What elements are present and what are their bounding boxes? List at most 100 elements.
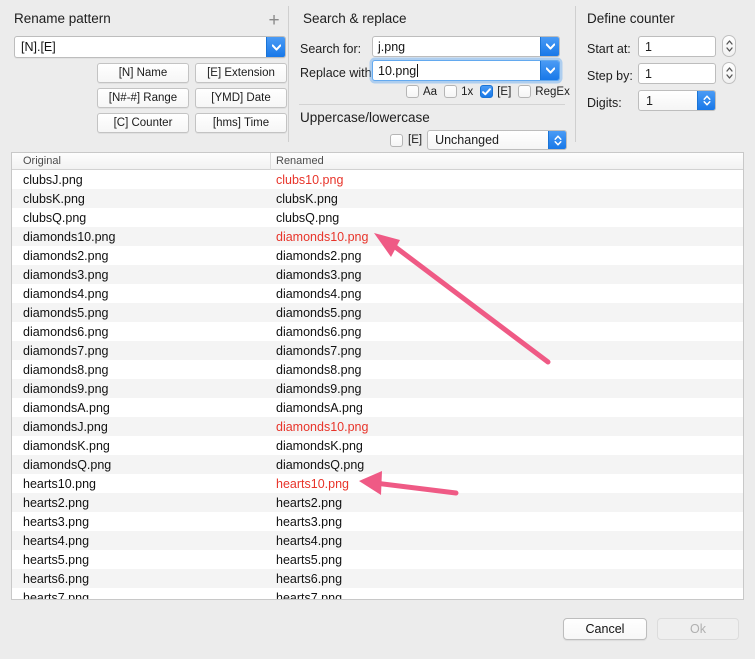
cell-original: diamondsK.png xyxy=(23,438,110,453)
rename-pattern-panel: Rename pattern + [N].[E] [N] Name [E] Ex… xyxy=(0,0,288,148)
table-row[interactable]: hearts6.png hearts6.png xyxy=(12,569,743,588)
cell-renamed: diamonds5.png xyxy=(276,305,362,320)
start-at-stepper[interactable] xyxy=(722,35,736,57)
checkbox-unchecked-icon[interactable] xyxy=(406,85,419,98)
text-caret xyxy=(417,64,419,77)
cell-original: diamonds10.png xyxy=(23,229,116,244)
define-counter-title: Define counter xyxy=(587,11,675,26)
table-row[interactable]: diamondsK.png diamondsK.png xyxy=(12,436,743,455)
cell-original: hearts7.png xyxy=(23,590,90,600)
chevron-down-icon[interactable] xyxy=(540,61,559,80)
cell-original: diamonds2.png xyxy=(23,248,109,263)
search-for-combobox[interactable]: j.png xyxy=(372,36,560,57)
cancel-button[interactable]: Cancel xyxy=(563,618,647,640)
cell-renamed: diamonds10.png xyxy=(276,419,369,434)
step-by-label: Step by: xyxy=(587,69,633,83)
updown-chevrons-icon[interactable] xyxy=(697,91,715,110)
option-first-occurrence[interactable]: 1x xyxy=(444,85,473,98)
step-by-input[interactable]: 1 xyxy=(638,63,716,84)
cell-original: hearts10.png xyxy=(23,476,96,491)
rename-pattern-combobox[interactable]: [N].[E] xyxy=(14,36,286,58)
cell-renamed: clubsK.png xyxy=(276,191,338,206)
table-row[interactable]: diamonds6.png diamonds6.png xyxy=(12,322,743,341)
table-row[interactable]: clubsK.png clubsK.png xyxy=(12,189,743,208)
column-header-renamed[interactable]: Renamed xyxy=(276,155,324,167)
cell-original: diamondsA.png xyxy=(23,400,110,415)
option-regex[interactable]: RegEx xyxy=(518,85,570,98)
case-transform-select[interactable]: Unchanged xyxy=(427,130,568,150)
checkbox-unchecked-icon[interactable] xyxy=(518,85,532,98)
checkbox-unchecked-icon[interactable] xyxy=(444,85,458,98)
table-row[interactable]: hearts3.png hearts3.png xyxy=(12,512,743,531)
table-row[interactable]: hearts5.png hearts5.png xyxy=(12,550,743,569)
start-at-input[interactable]: 1 xyxy=(638,36,716,57)
add-pattern-button[interactable]: + xyxy=(264,10,284,30)
option-case-sensitive[interactable]: Aa xyxy=(406,85,437,98)
table-row[interactable]: diamondsA.png diamondsA.png xyxy=(12,398,743,417)
table-row[interactable]: diamondsQ.png diamondsQ.png xyxy=(12,455,743,474)
case-transform-value: Unchanged xyxy=(435,133,500,147)
table-row[interactable]: hearts7.png hearts7.png xyxy=(12,588,743,600)
search-replace-title: Search & replace xyxy=(303,11,407,26)
table-row[interactable]: hearts10.png hearts10.png xyxy=(12,474,743,493)
chevron-down-icon[interactable] xyxy=(540,37,559,56)
chevron-down-icon[interactable] xyxy=(266,37,285,57)
column-header-original[interactable]: Original xyxy=(23,155,61,167)
cell-original: diamonds9.png xyxy=(23,381,109,396)
case-extension-label: [E] xyxy=(408,134,423,146)
replace-with-combobox[interactable]: 10.png xyxy=(372,60,560,81)
cell-renamed: diamonds6.png xyxy=(276,324,362,339)
table-row[interactable]: hearts4.png hearts4.png xyxy=(12,531,743,550)
checkbox-unchecked-icon[interactable] xyxy=(390,133,403,147)
ok-button[interactable]: Ok xyxy=(657,618,739,640)
cell-renamed: hearts5.png xyxy=(276,552,343,567)
step-by-stepper[interactable] xyxy=(722,62,736,84)
table-row[interactable]: diamonds3.png diamonds3.png xyxy=(12,265,743,284)
token-button-time[interactable]: [hms] Time xyxy=(195,113,287,133)
table-row[interactable]: diamonds4.png diamonds4.png xyxy=(12,284,743,303)
token-button-extension[interactable]: [E] Extension xyxy=(195,63,287,83)
table-row[interactable]: diamonds9.png diamonds9.png xyxy=(12,379,743,398)
cell-original: hearts3.png xyxy=(23,514,90,529)
replace-with-label: Replace with: xyxy=(300,66,376,80)
token-button-range[interactable]: [N#-#] Range xyxy=(97,88,189,108)
cell-original: hearts5.png xyxy=(23,552,90,567)
table-row[interactable]: diamonds8.png diamonds8.png xyxy=(12,360,743,379)
token-button-name[interactable]: [N] Name xyxy=(97,63,189,83)
pattern-token-buttons: [N] Name [E] Extension [N#-#] Range [YMD… xyxy=(97,63,287,133)
cell-original: hearts2.png xyxy=(23,495,90,510)
table-row[interactable]: diamonds10.png diamonds10.png xyxy=(12,227,743,246)
cell-renamed: diamondsQ.png xyxy=(276,457,365,472)
table-row[interactable]: diamonds7.png diamonds7.png xyxy=(12,341,743,360)
rename-preview-table[interactable]: Original Renamed clubsJ.png clubs10.png cl… xyxy=(11,152,744,600)
replace-with-value: 10.png xyxy=(378,63,417,78)
rename-pattern-value: [N].[E] xyxy=(21,40,56,54)
search-for-value: j.png xyxy=(378,39,406,54)
cell-original: diamonds7.png xyxy=(23,343,109,358)
cell-renamed: diamondsA.png xyxy=(276,400,363,415)
table-row[interactable]: diamonds2.png diamonds2.png xyxy=(12,246,743,265)
token-button-counter[interactable]: [C] Counter xyxy=(97,113,189,133)
table-row[interactable]: diamondsJ.png diamonds10.png xyxy=(12,417,743,436)
cell-original: diamondsJ.png xyxy=(23,419,108,434)
plus-icon: + xyxy=(268,9,280,31)
digits-select[interactable]: 1 xyxy=(638,90,716,111)
table-row[interactable]: clubsQ.png clubsQ.png xyxy=(12,208,743,227)
token-button-date[interactable]: [YMD] Date xyxy=(195,88,287,108)
section-divider xyxy=(299,104,565,105)
cell-original: diamonds4.png xyxy=(23,286,109,301)
table-row[interactable]: diamonds5.png diamonds5.png xyxy=(12,303,743,322)
checkbox-checked-icon[interactable] xyxy=(480,85,494,98)
uppercase-lowercase-row: [E] Unchanged xyxy=(390,130,568,150)
cell-original: diamondsQ.png xyxy=(23,457,112,472)
option-include-extension[interactable]: [E] xyxy=(480,85,511,98)
cell-original: clubsQ.png xyxy=(23,210,87,225)
updown-chevrons-icon[interactable] xyxy=(548,131,567,149)
cell-renamed: diamonds7.png xyxy=(276,343,362,358)
cell-renamed: hearts10.png xyxy=(276,476,349,491)
cell-renamed: hearts2.png xyxy=(276,495,343,510)
cell-renamed: diamonds9.png xyxy=(276,381,362,396)
table-row[interactable]: clubsJ.png clubs10.png xyxy=(12,170,743,189)
cell-renamed: clubsQ.png xyxy=(276,210,340,225)
table-row[interactable]: hearts2.png hearts2.png xyxy=(12,493,743,512)
